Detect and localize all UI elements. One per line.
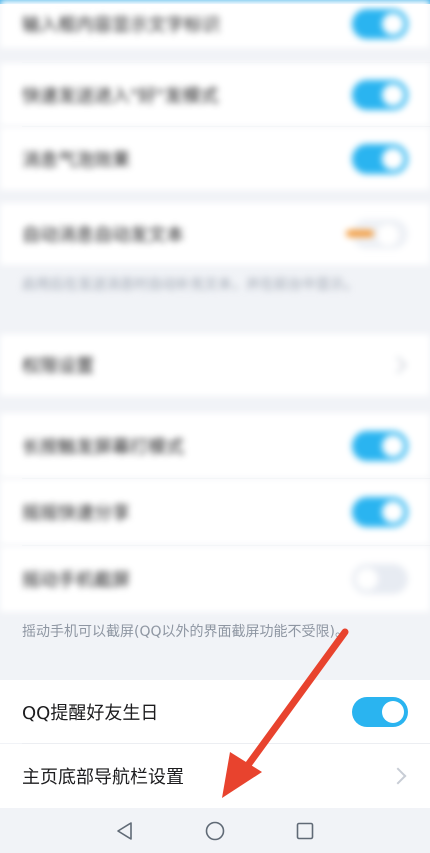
- toggle-switch-3[interactable]: [352, 143, 408, 174]
- toggle-switch-1[interactable]: [352, 9, 408, 39]
- toggle-switch-6[interactable]: [352, 430, 408, 461]
- toggle-switch-2[interactable]: [352, 79, 408, 110]
- setting-label-3: 消息气泡效果: [22, 149, 130, 171]
- chevron-right-icon: [389, 767, 407, 785]
- setting-row-birthday[interactable]: QQ提醒好友生日: [0, 680, 430, 743]
- square-recents-icon: [296, 822, 314, 839]
- toggle-switch-7[interactable]: [352, 497, 408, 527]
- setting-label-7: 摇摇快速分享: [22, 503, 130, 524]
- nav-recents-button[interactable]: [260, 808, 350, 853]
- setting-label-6: 长按触发屏幕打模式: [22, 436, 184, 458]
- setting-label-1: 输入框内容显示文字标识: [22, 15, 220, 36]
- birthday-toggle-switch[interactable]: [352, 696, 408, 727]
- toggle-switch-8[interactable]: [352, 564, 408, 594]
- setting-row-4[interactable]: 自动消息自动发文本: [0, 203, 430, 265]
- setting-row-8[interactable]: 摇动手机截屏: [0, 546, 430, 612]
- nav-back-button[interactable]: [80, 808, 170, 853]
- setting-label-8: 摇动手机截屏: [22, 570, 130, 591]
- setting-row-1[interactable]: 输入框内容显示文字标识: [0, 0, 430, 48]
- setting-row-5[interactable]: 权限设置: [0, 334, 430, 396]
- setting-label-4: 自动消息自动发文本: [22, 225, 184, 246]
- setting-row-bottom-nav[interactable]: 主页底部导航栏设置: [0, 744, 430, 808]
- setting-row-6[interactable]: 长按触发屏幕打模式: [0, 413, 430, 478]
- chevron-right-icon: [389, 356, 407, 374]
- setting-label-birthday: QQ提醒好友生日: [22, 702, 159, 724]
- setting-label-5: 权限设置: [22, 356, 94, 377]
- setting-row-7[interactable]: 摇摇快速分享: [0, 479, 430, 545]
- setting-note-1: 启用后在发送消息时自动补充文本，并在前台中显示。: [22, 277, 358, 293]
- toggle-switch-4[interactable]: [346, 219, 408, 249]
- triangle-back-icon: [117, 821, 132, 840]
- circle-home-icon: [205, 821, 225, 840]
- setting-row-3[interactable]: 消息气泡效果: [0, 127, 430, 190]
- setting-label-2: 快速发送进入"好"发模式: [22, 85, 219, 107]
- setting-row-2[interactable]: 快速发送进入"好"发模式: [0, 63, 430, 126]
- system-navigation-bar: [0, 808, 430, 853]
- setting-label-bottom-nav: 主页底部导航栏设置: [22, 767, 184, 788]
- setting-note-2: 摇动手机可以截屏(QQ以外的界面截屏功能不受限)。: [22, 624, 349, 640]
- nav-home-button[interactable]: [170, 808, 260, 853]
